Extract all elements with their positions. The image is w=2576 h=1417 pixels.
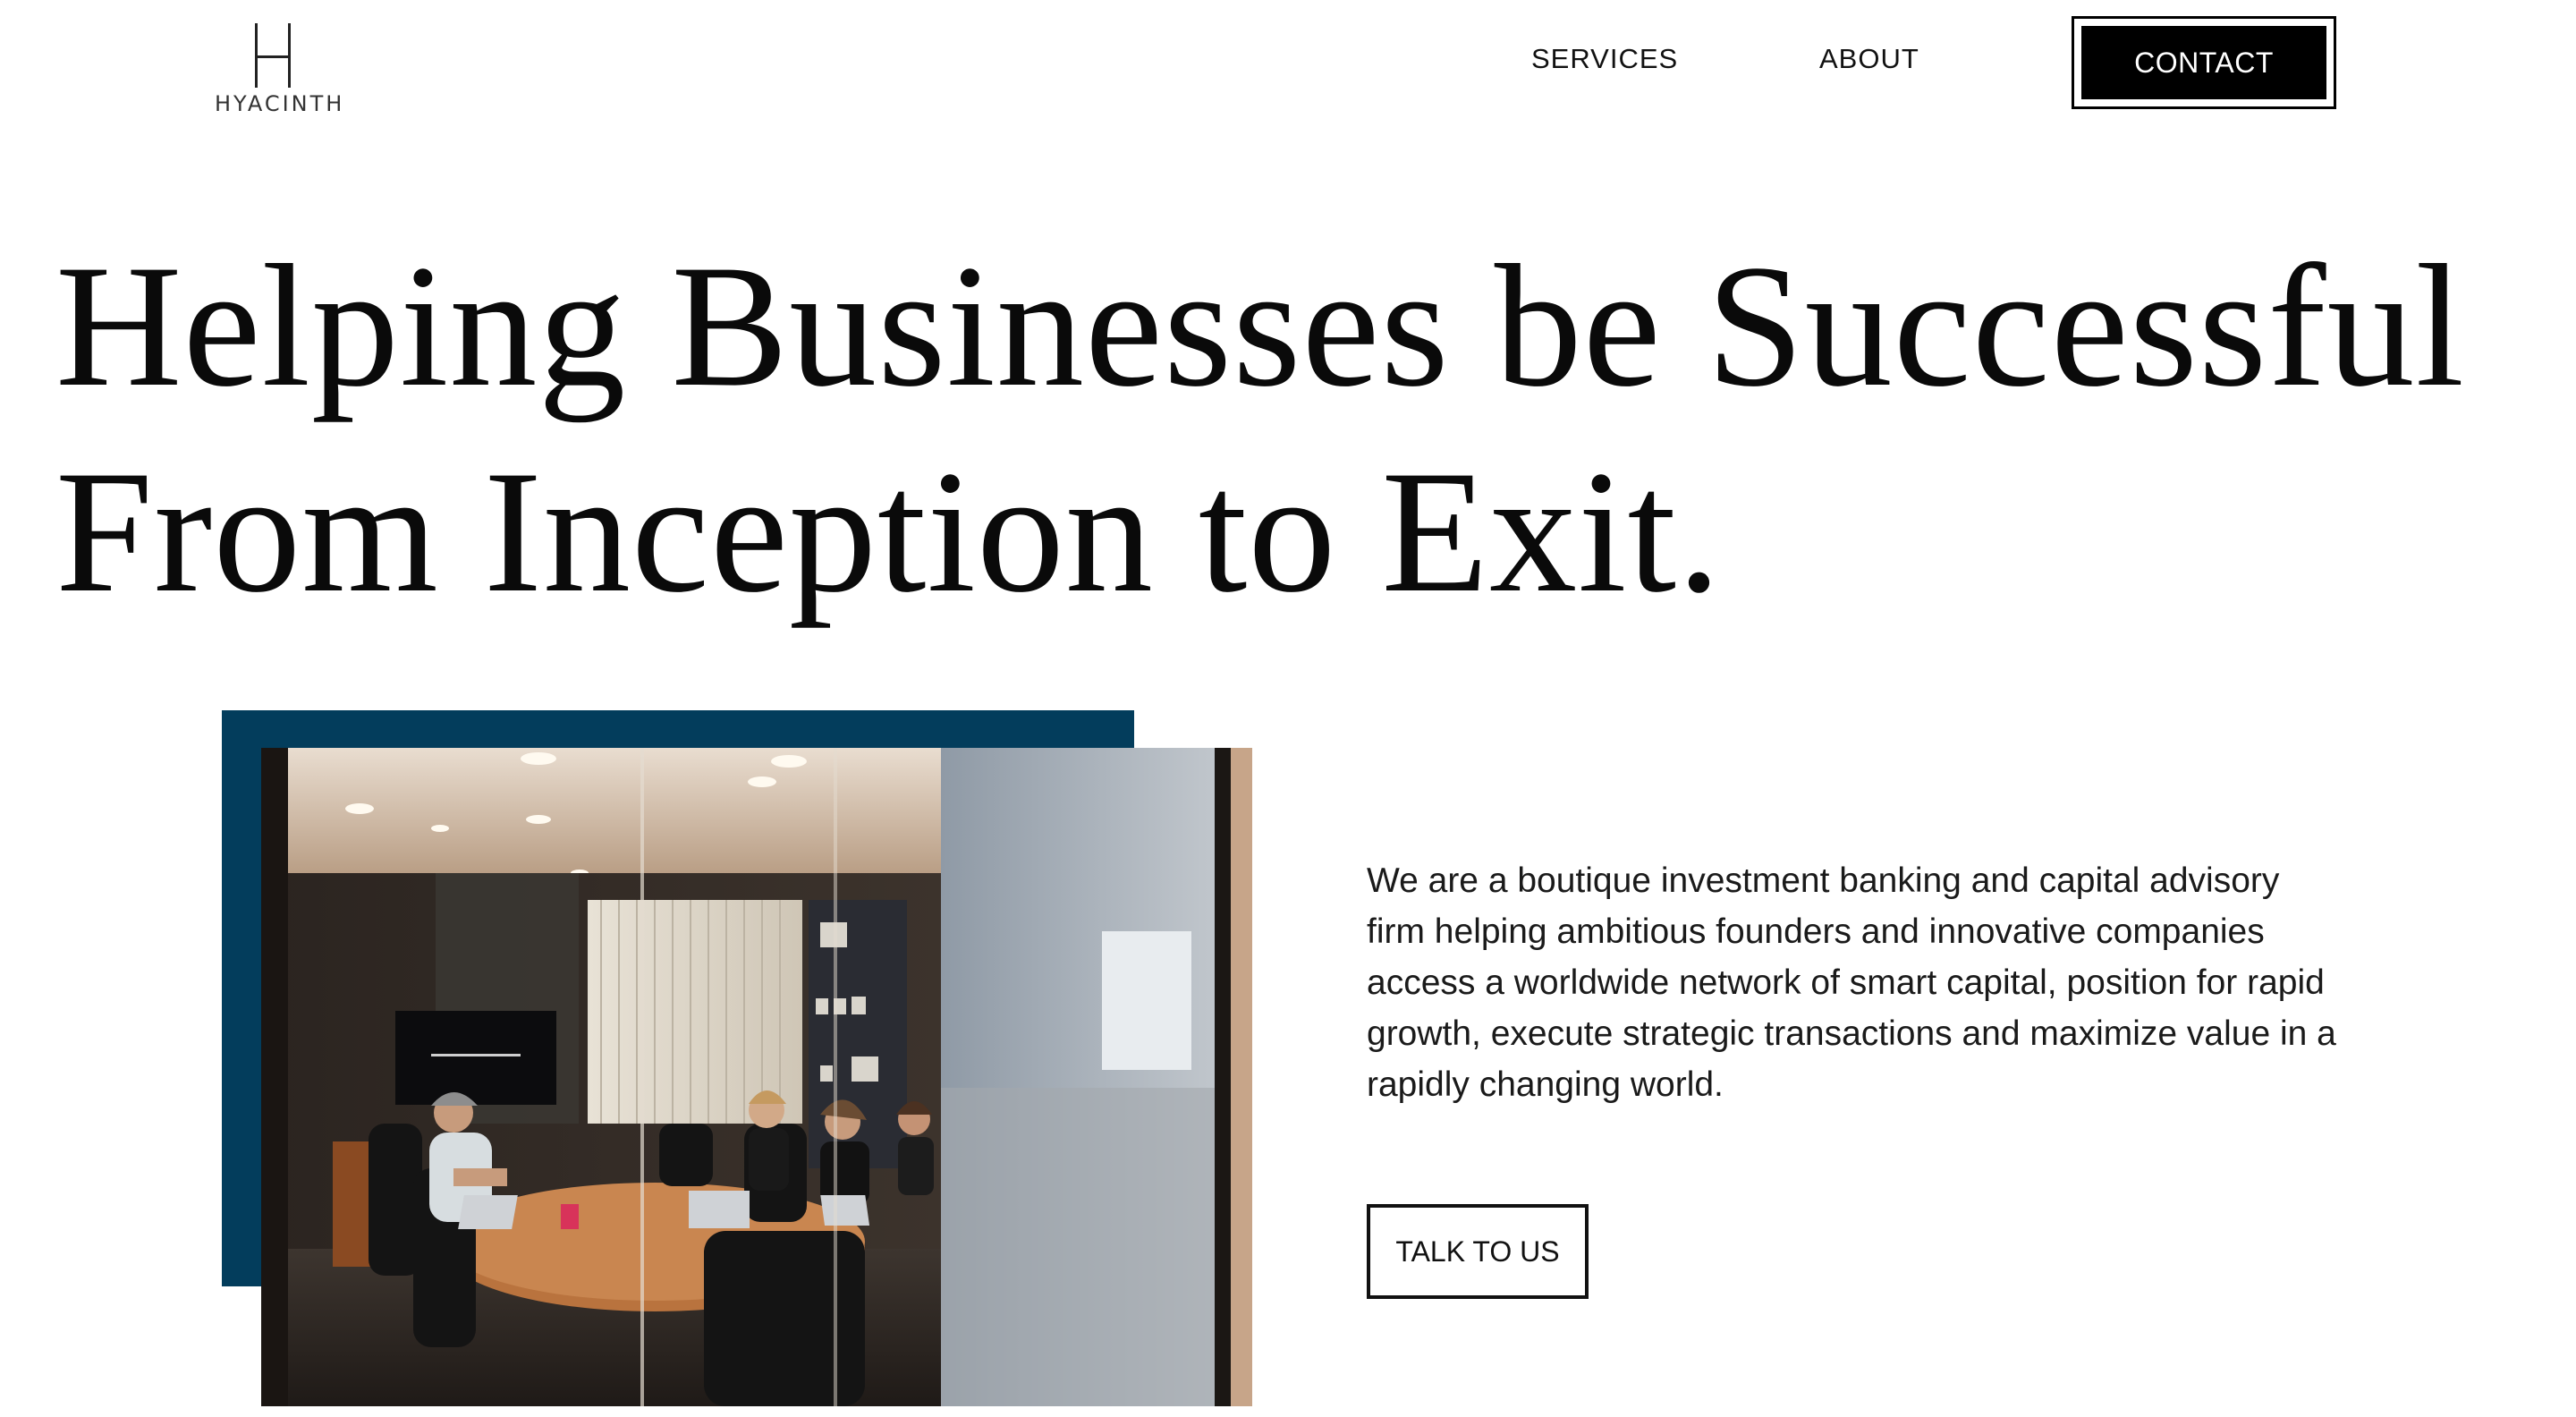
nav-about-link[interactable]: ABOUT: [1819, 43, 1919, 75]
contact-button[interactable]: CONTACT: [2072, 16, 2336, 109]
talk-to-us-button[interactable]: TALK TO US: [1367, 1204, 1589, 1299]
intro-paragraph: We are a boutique investment banking and…: [1367, 861, 2336, 1104]
hero-headline: Helping Businesses be Successful From In…: [55, 224, 2465, 635]
logo-mark: [255, 23, 291, 88]
logo[interactable]: HYACINTH: [215, 20, 345, 120]
hero-headline-line1: Helping Businesses be Successful: [55, 229, 2465, 423]
hero-headline-line2: From Inception to Exit.: [55, 435, 1722, 629]
contact-button-label: CONTACT: [2081, 26, 2326, 99]
nav-services-link[interactable]: SERVICES: [1531, 43, 1678, 75]
hero-photo: [261, 748, 1252, 1406]
logo-text: HYACINTH: [215, 91, 345, 116]
